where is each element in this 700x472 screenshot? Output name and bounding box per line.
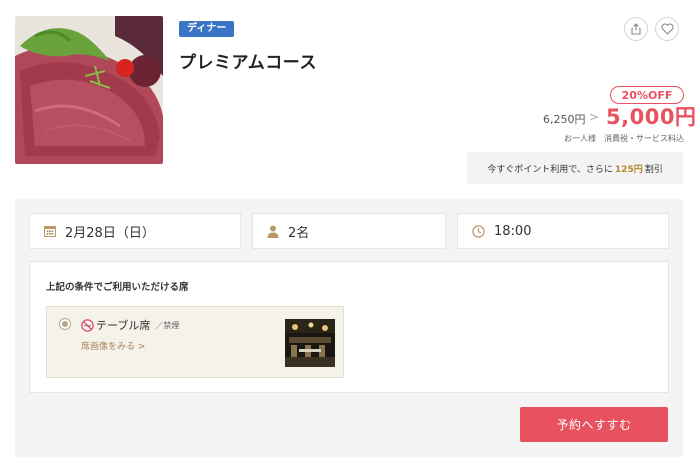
seat-thumbnail[interactable] xyxy=(285,319,335,367)
discounted-price: 5,000円 xyxy=(606,105,697,129)
view-seat-image-link[interactable]: 席画像をみる > xyxy=(81,339,145,352)
people-selector[interactable]: 2名 xyxy=(252,213,446,249)
favorite-button[interactable] xyxy=(655,17,679,41)
price-note: お一人様 消費税・サービス料込 xyxy=(564,134,684,143)
no-smoking-icon xyxy=(81,318,94,332)
chevron-right-icon: > xyxy=(137,342,146,352)
clock-icon xyxy=(472,224,485,238)
course-image[interactable] xyxy=(15,16,163,164)
radio-selected-dot xyxy=(62,321,68,327)
date-selector[interactable]: 2月28日（日） xyxy=(29,213,241,249)
seat-photo xyxy=(285,319,335,367)
points-discount-box: 今すぐポイント利用で、さらに 125円 割引 xyxy=(467,152,683,184)
seat-options-heading: 上記の条件でご利用いただける席 xyxy=(46,282,189,293)
seat-name-row: テーブル席 ／禁煙 xyxy=(81,317,179,333)
category-badge: ディナー xyxy=(179,21,235,37)
share-icon xyxy=(631,23,641,35)
seat-options-box: 上記の条件でご利用いただける席 テーブル席 ／禁煙 席画像をみる > xyxy=(29,261,669,393)
seat-name: テーブル席 xyxy=(96,319,151,332)
date-value: 2月28日（日） xyxy=(65,225,155,241)
chevron-right-icon: > xyxy=(589,110,600,124)
roast-beef-photo xyxy=(15,16,163,164)
share-button[interactable] xyxy=(624,17,648,41)
person-icon xyxy=(267,225,279,238)
seat-option-card[interactable]: テーブル席 ／禁煙 席画像をみる > xyxy=(46,306,344,378)
time-selector[interactable]: 18:00 xyxy=(457,213,669,249)
view-seat-image-label: 席画像をみる xyxy=(81,342,136,352)
heart-icon xyxy=(660,23,674,35)
seat-smoking-note: ／禁煙 xyxy=(155,320,180,330)
original-price: 6,250円 xyxy=(543,113,586,126)
calendar-icon xyxy=(44,225,56,237)
points-suffix: 割引 xyxy=(644,164,663,175)
points-amount: 125円 xyxy=(614,164,643,175)
people-value: 2名 xyxy=(288,225,310,241)
booking-panel: 2月28日（日） 2名 18:00 上記の条件でご利用いただける席 テーブル席 … xyxy=(15,199,683,457)
time-value: 18:00 xyxy=(494,223,532,239)
seat-radio[interactable] xyxy=(59,318,71,330)
points-prefix: 今すぐポイント利用で、さらに xyxy=(487,164,613,175)
course-title: プレミアムコース xyxy=(179,53,317,73)
reserve-button[interactable]: 予約へすすむ xyxy=(520,407,668,442)
